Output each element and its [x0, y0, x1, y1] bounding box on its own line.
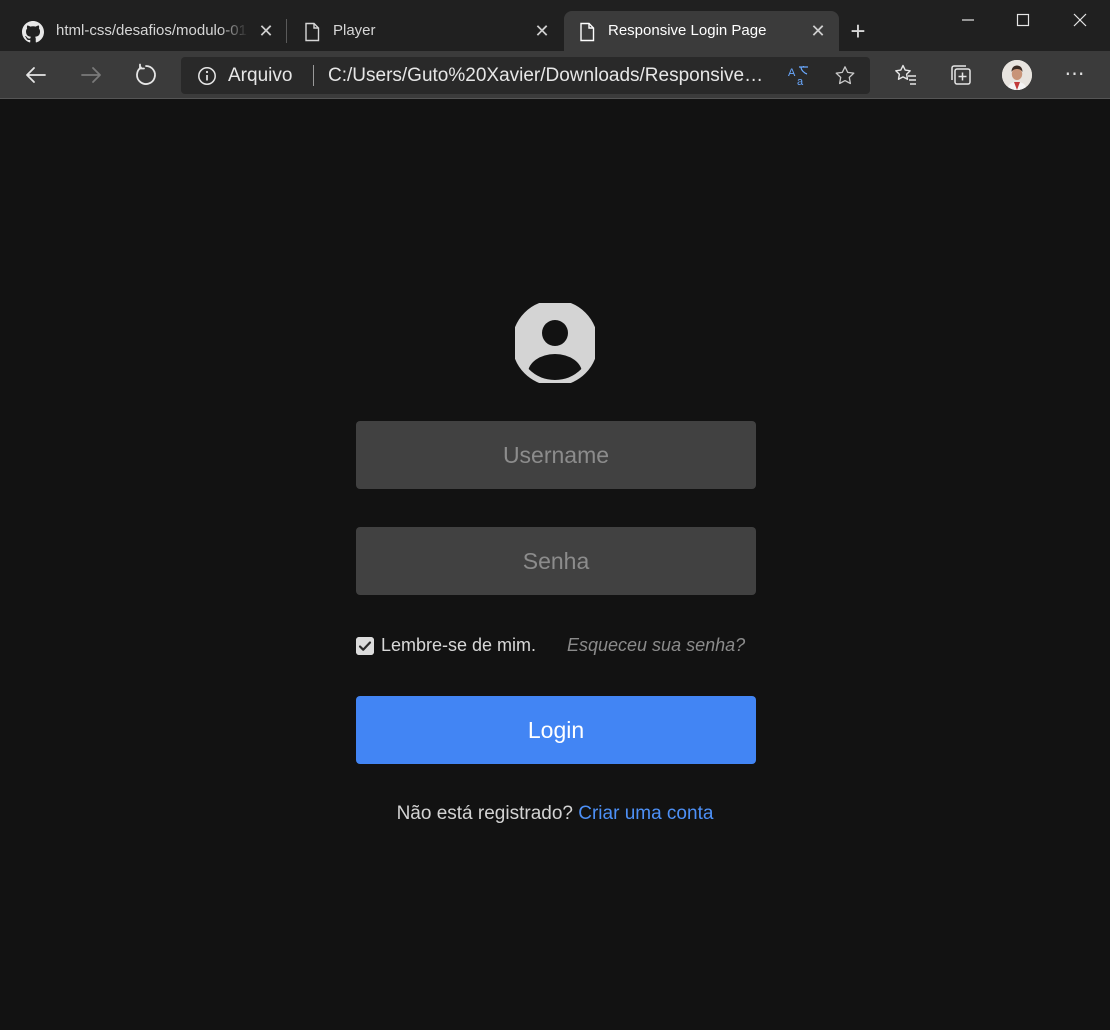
close-icon[interactable]: ✕: [808, 21, 828, 41]
github-icon: [22, 21, 44, 43]
remember-row: Lembre-se de mim. Esqueceu sua senha?: [356, 632, 776, 660]
svg-text:a: a: [797, 76, 804, 88]
new-tab-button[interactable]: +: [844, 18, 872, 46]
collections-icon[interactable]: [947, 61, 975, 89]
star-icon[interactable]: [833, 64, 857, 88]
username-input[interactable]: [356, 421, 756, 489]
close-icon[interactable]: ✕: [256, 21, 276, 41]
register-prompt: Não está registrado?: [396, 803, 573, 824]
login-page: Lembre-se de mim. Esqueceu sua senha? Lo…: [0, 100, 1110, 1030]
browser-window: html-css/desafios/modulo-01 ✕ Player ✕ R…: [0, 0, 1110, 1030]
user-avatar-icon: [515, 303, 595, 383]
maximize-icon[interactable]: [1008, 6, 1038, 34]
remember-checkbox[interactable]: [356, 637, 374, 655]
back-arrow-icon[interactable]: [22, 61, 50, 89]
favorites-icon[interactable]: [892, 61, 920, 89]
forgot-password-link[interactable]: Esqueceu sua senha?: [567, 635, 745, 656]
forward-arrow-icon[interactable]: [77, 61, 105, 89]
tab-strip: html-css/desafios/modulo-01 ✕ Player ✕ R…: [0, 0, 1110, 51]
site-info-label[interactable]: Arquivo: [228, 65, 292, 87]
tab-title: Player: [333, 22, 376, 39]
tab-responsive-login[interactable]: Responsive Login Page ✕: [564, 11, 839, 51]
reload-icon[interactable]: [132, 61, 160, 89]
profile-avatar[interactable]: [1002, 60, 1032, 90]
remember-label[interactable]: Lembre-se de mim.: [381, 635, 536, 656]
info-icon[interactable]: [197, 66, 217, 86]
svg-text:A: A: [788, 67, 796, 79]
create-account-link[interactable]: Criar uma conta: [578, 803, 713, 824]
tab-title: html-css/desafios/modulo-01: [56, 22, 247, 39]
tab-title: Responsive Login Page: [608, 22, 767, 39]
login-button[interactable]: Login: [356, 696, 756, 764]
profile-photo-icon: [1002, 60, 1032, 90]
address-separator: [313, 65, 314, 86]
minimize-icon[interactable]: [953, 6, 983, 34]
more-options-icon[interactable]: ⋯: [1062, 61, 1088, 89]
tab-github[interactable]: html-css/desafios/modulo-01 ✕: [0, 11, 286, 51]
url-text[interactable]: C:/Users/Guto%20Xavier/Downloads/Respons…: [328, 65, 768, 87]
close-icon[interactable]: ✕: [532, 21, 552, 41]
page-icon: [305, 22, 320, 42]
tab-player[interactable]: Player ✕: [287, 11, 562, 51]
translate-icon[interactable]: A a: [787, 64, 811, 88]
browser-toolbar: Arquivo C:/Users/Guto%20Xavier/Downloads…: [0, 51, 1110, 99]
page-icon: [580, 22, 595, 42]
address-bar[interactable]: Arquivo C:/Users/Guto%20Xavier/Downloads…: [181, 57, 870, 94]
register-row: Não está registrado? Criar uma conta: [0, 803, 1110, 825]
password-input[interactable]: [356, 527, 756, 595]
close-window-icon[interactable]: [1065, 6, 1095, 34]
